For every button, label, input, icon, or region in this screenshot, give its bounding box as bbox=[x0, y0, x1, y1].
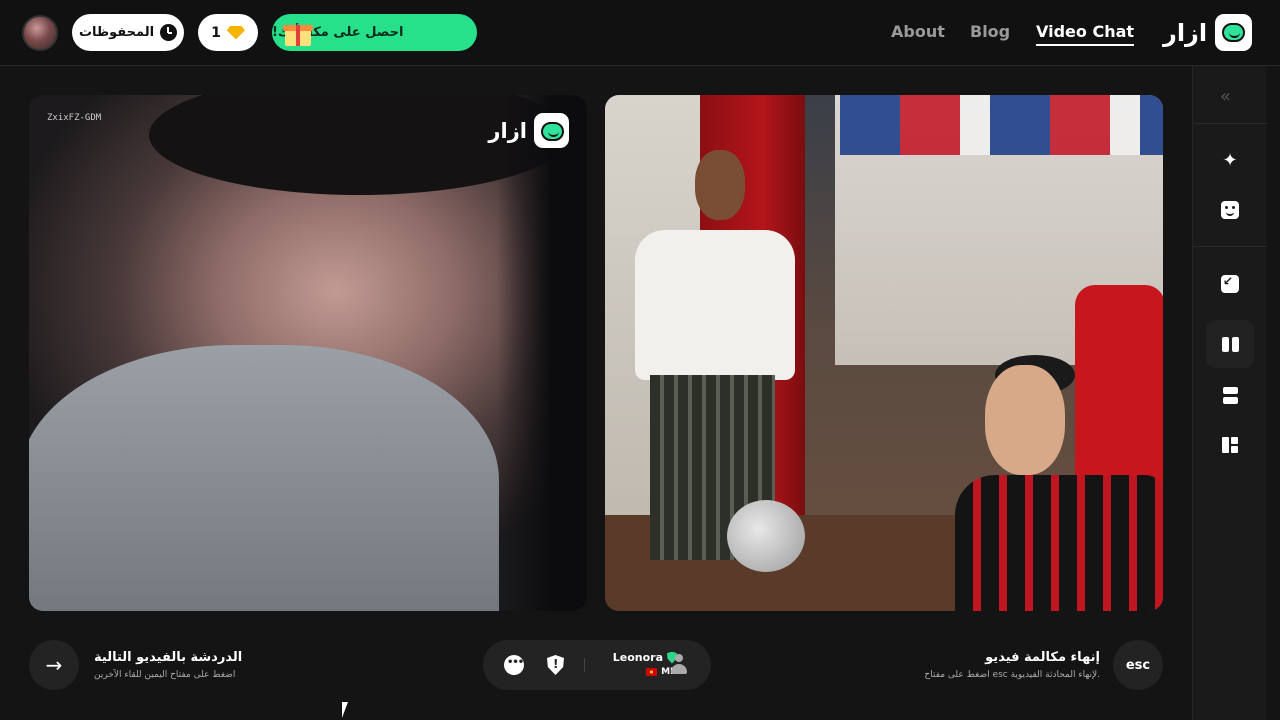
end-call-hint: اضغط على مفتاح esc لإنهاء المحادثة الفيد… bbox=[924, 670, 1100, 680]
flag-icon bbox=[646, 668, 658, 676]
right-sidebar: « ✦ bbox=[1192, 66, 1267, 720]
end-call-title: إنهاء مكالمة فيديو bbox=[985, 650, 1100, 665]
face-filter-icon[interactable] bbox=[1206, 186, 1254, 234]
end-call-info: إنهاء مكالمة فيديو اضغط على مفتاح esc لإ… bbox=[880, 650, 1100, 680]
brand-name: ازار bbox=[1163, 18, 1208, 47]
shrink-icon[interactable] bbox=[1206, 260, 1254, 308]
saved-label: المحفوظات bbox=[78, 25, 155, 40]
watermark-text: ازار bbox=[488, 118, 527, 143]
basketball bbox=[727, 500, 805, 572]
nav-blog[interactable]: Blog bbox=[970, 22, 1010, 41]
next-chat-hint: اضغط على مفتاح اليمين للقاء الآخرين bbox=[94, 670, 236, 680]
magic-wand-icon[interactable]: ✦ bbox=[1206, 136, 1254, 184]
partner-video: ZxixFZ-GDM ازار bbox=[29, 95, 587, 611]
mouse-cursor bbox=[342, 702, 348, 718]
report-icon[interactable] bbox=[547, 655, 564, 675]
double-chevron-left-icon[interactable]: « bbox=[1220, 86, 1231, 107]
self-video bbox=[605, 95, 1163, 611]
end-call-button[interactable]: esc bbox=[1113, 640, 1163, 690]
chat-icon[interactable] bbox=[504, 655, 524, 675]
gems-button[interactable]: 1 bbox=[198, 14, 258, 51]
watermark-logo-icon bbox=[534, 113, 569, 148]
logo-icon bbox=[1215, 14, 1253, 51]
nav-about[interactable]: About bbox=[891, 22, 945, 41]
video-watermark: ازار bbox=[488, 113, 569, 148]
next-chat-info: الدردشة بالفيديو التالية اضغط على مفتاح … bbox=[94, 650, 294, 680]
next-chat-title: الدردشة بالفيديو التالية bbox=[94, 650, 243, 665]
clock-icon bbox=[160, 24, 178, 41]
gems-count: 1 bbox=[211, 24, 221, 41]
top-header: المحفوظات 1 احصل على مكافأتك! About Blog… bbox=[0, 0, 1280, 66]
gem-icon bbox=[226, 25, 245, 40]
get-reward-button[interactable]: احصل على مكافأتك! bbox=[272, 14, 477, 51]
brand-logo[interactable]: ازار bbox=[1163, 14, 1253, 51]
profile-icon[interactable] bbox=[670, 654, 688, 674]
partner-name: Leonora bbox=[612, 651, 663, 664]
user-avatar[interactable] bbox=[22, 15, 58, 51]
gift-icon bbox=[282, 19, 314, 47]
partner-controls: Leonora MK bbox=[483, 640, 711, 690]
layout-columns-icon[interactable] bbox=[1206, 320, 1254, 368]
layout-grid-icon[interactable] bbox=[1206, 421, 1254, 469]
partner-id-label: ZxixFZ-GDM bbox=[47, 113, 102, 123]
partner-info: Leonora MK bbox=[597, 651, 677, 677]
next-chat-button[interactable]: → bbox=[29, 640, 79, 690]
layout-rows-icon[interactable] bbox=[1206, 371, 1254, 419]
nav-video-chat[interactable]: Video Chat bbox=[1036, 22, 1135, 46]
saved-button[interactable]: المحفوظات bbox=[72, 14, 184, 51]
